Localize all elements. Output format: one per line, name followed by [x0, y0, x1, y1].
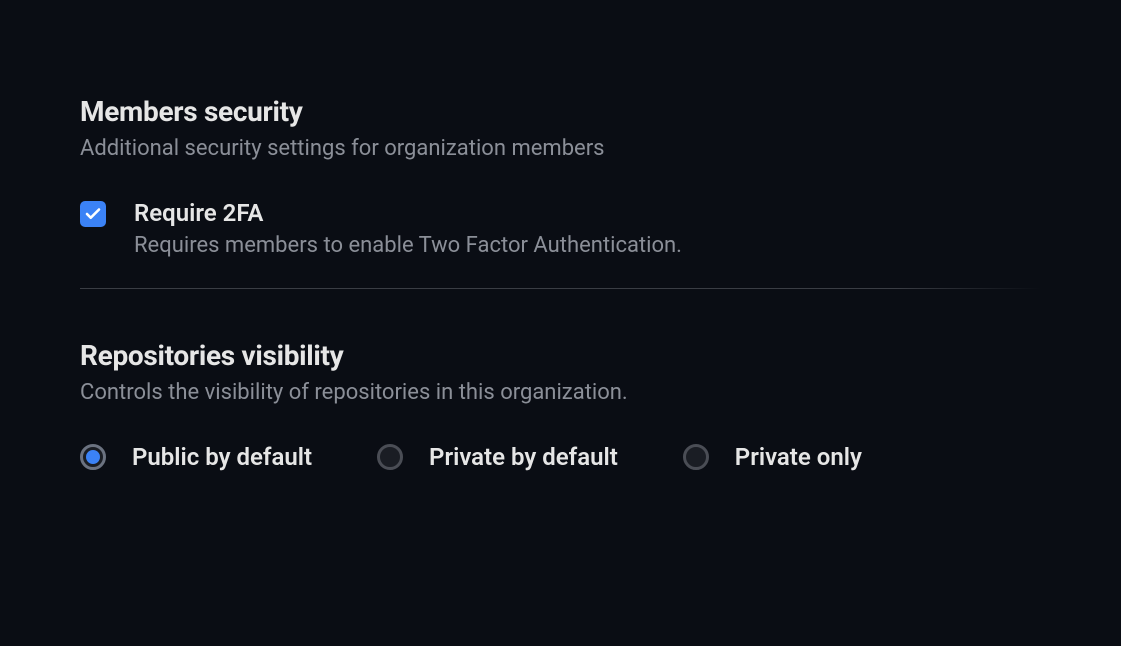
radio-icon	[377, 444, 403, 470]
members-security-title: Members security	[80, 95, 1041, 128]
visibility-option-label: Public by default	[132, 443, 312, 471]
require-2fa-label: Require 2FA	[134, 199, 682, 227]
visibility-option-private-default[interactable]: Private by default	[377, 443, 618, 471]
repositories-visibility-title: Repositories visibility	[80, 339, 1041, 372]
visibility-option-label: Private by default	[429, 443, 618, 471]
require-2fa-hint: Requires members to enable Two Factor Au…	[134, 233, 682, 258]
section-divider	[80, 288, 1041, 289]
radio-icon	[683, 444, 709, 470]
visibility-radio-group: Public by default Private by default Pri…	[80, 443, 1041, 471]
check-icon	[84, 205, 102, 223]
radio-icon	[80, 444, 106, 470]
repositories-visibility-description: Controls the visibility of repositories …	[80, 380, 1041, 405]
require-2fa-checkbox[interactable]	[80, 201, 106, 227]
require-2fa-row: Require 2FA Requires members to enable T…	[80, 199, 1041, 258]
visibility-option-private-only[interactable]: Private only	[683, 443, 862, 471]
visibility-option-label: Private only	[735, 443, 862, 471]
visibility-option-public[interactable]: Public by default	[80, 443, 312, 471]
members-security-description: Additional security settings for organiz…	[80, 136, 1041, 161]
